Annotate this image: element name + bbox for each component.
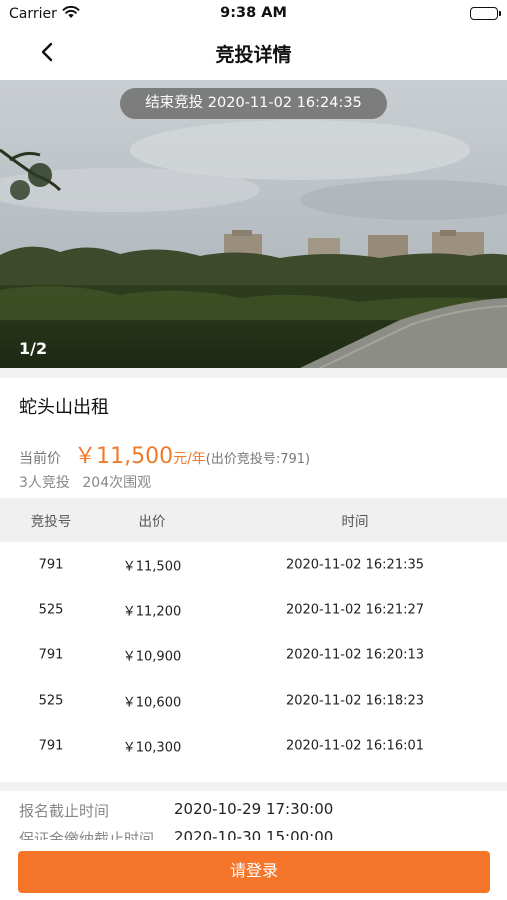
login-button[interactable]: 请登录 xyxy=(18,851,490,893)
bid-time-cell: 2020-11-02 16:21:27 xyxy=(285,602,425,618)
photo-counter: 1/2 xyxy=(19,339,48,358)
auction-end-banner: 结束竞投 2020-11-02 16:24:35 xyxy=(120,88,387,119)
bid-time-cell: 2020-11-02 16:21:35 xyxy=(285,557,425,573)
table-row: 791 ￥10,900 2020-11-02 16:20:13 xyxy=(0,633,507,678)
bid-time-cell: 2020-11-02 16:20:13 xyxy=(285,647,425,663)
page-title: 竞投详情 xyxy=(215,44,292,66)
price-bid-note: (出价竞投号:791) xyxy=(205,452,311,467)
bid-time-cell: 2020-11-02 16:16:01 xyxy=(285,738,425,754)
bid-stats: 3人竞投 204次围观 xyxy=(19,472,151,492)
clock-time: 9:38 AM xyxy=(220,5,287,21)
price-unit: 元/年 xyxy=(173,451,206,467)
column-header-price: 出价 xyxy=(138,514,166,530)
bid-price-cell: ￥11,200 xyxy=(122,604,182,620)
info-value: 2020-10-29 17:30:00 xyxy=(174,800,334,818)
info-row: 保证金缴纳截止时间 2020-10-30 15:00:00 xyxy=(19,828,489,840)
bid-price-cell: ￥11,500 xyxy=(122,559,182,575)
current-price-row: 当前价 ￥11,500元/年(出价竞投号:791) xyxy=(19,438,310,470)
bid-price-cell: ￥10,300 xyxy=(122,740,182,756)
battery-icon xyxy=(470,7,501,20)
table-header: 竞投号 出价 时间 xyxy=(0,498,507,542)
bid-no-cell: 525 xyxy=(38,602,64,618)
column-header-time: 时间 xyxy=(341,514,369,530)
table-row: 791 ￥10,300 2020-11-02 16:16:01 xyxy=(0,723,507,768)
bid-price-cell: ￥10,900 xyxy=(122,649,182,665)
bid-history-table: 竞投号 出价 时间 791 ￥11,500 2020-11-02 16:21:3… xyxy=(0,498,507,768)
table-row: 525 ￥10,600 2020-11-02 16:18:23 xyxy=(0,678,507,723)
footer-bar: 请登录 xyxy=(0,842,507,900)
info-row: 报名截止时间 2020-10-29 17:30:00 xyxy=(19,800,489,828)
listing-title: 蛇头山出租 xyxy=(19,397,109,418)
bid-no-cell: 791 xyxy=(38,738,64,754)
bid-time-cell: 2020-11-02 16:18:23 xyxy=(285,693,425,709)
landscape-photo xyxy=(0,80,507,368)
section-divider xyxy=(0,368,507,378)
listing-photo-carousel[interactable]: 结束竞投 2020-11-02 16:24:35 1/2 xyxy=(0,80,507,368)
status-bar: Carrier 9:38 AM xyxy=(0,0,507,30)
current-price-value: ￥11,500 xyxy=(74,444,174,469)
table-row: 525 ￥11,200 2020-11-02 16:21:27 xyxy=(0,587,507,632)
bid-no-cell: 791 xyxy=(38,557,64,573)
info-label: 保证金缴纳截止时间 xyxy=(19,830,155,840)
info-label: 报名截止时间 xyxy=(19,802,110,820)
table-row: 791 ￥11,500 2020-11-02 16:21:35 xyxy=(0,542,507,587)
bid-no-cell: 791 xyxy=(38,647,64,663)
current-price-label: 当前价 xyxy=(19,451,61,467)
deadline-info: 报名截止时间 2020-10-29 17:30:00 保证金缴纳截止时间 202… xyxy=(19,800,489,840)
bid-no-cell: 525 xyxy=(38,693,64,709)
bid-price-cell: ￥10,600 xyxy=(122,695,182,711)
section-divider xyxy=(0,782,507,791)
info-value: 2020-10-30 15:00:00 xyxy=(174,828,334,840)
nav-bar: 竞投详情 xyxy=(0,30,507,76)
bidder-count: 3人竞投 xyxy=(19,475,70,491)
column-header-bid-no: 竞投号 xyxy=(30,514,72,530)
view-count: 204次围观 xyxy=(82,475,152,491)
